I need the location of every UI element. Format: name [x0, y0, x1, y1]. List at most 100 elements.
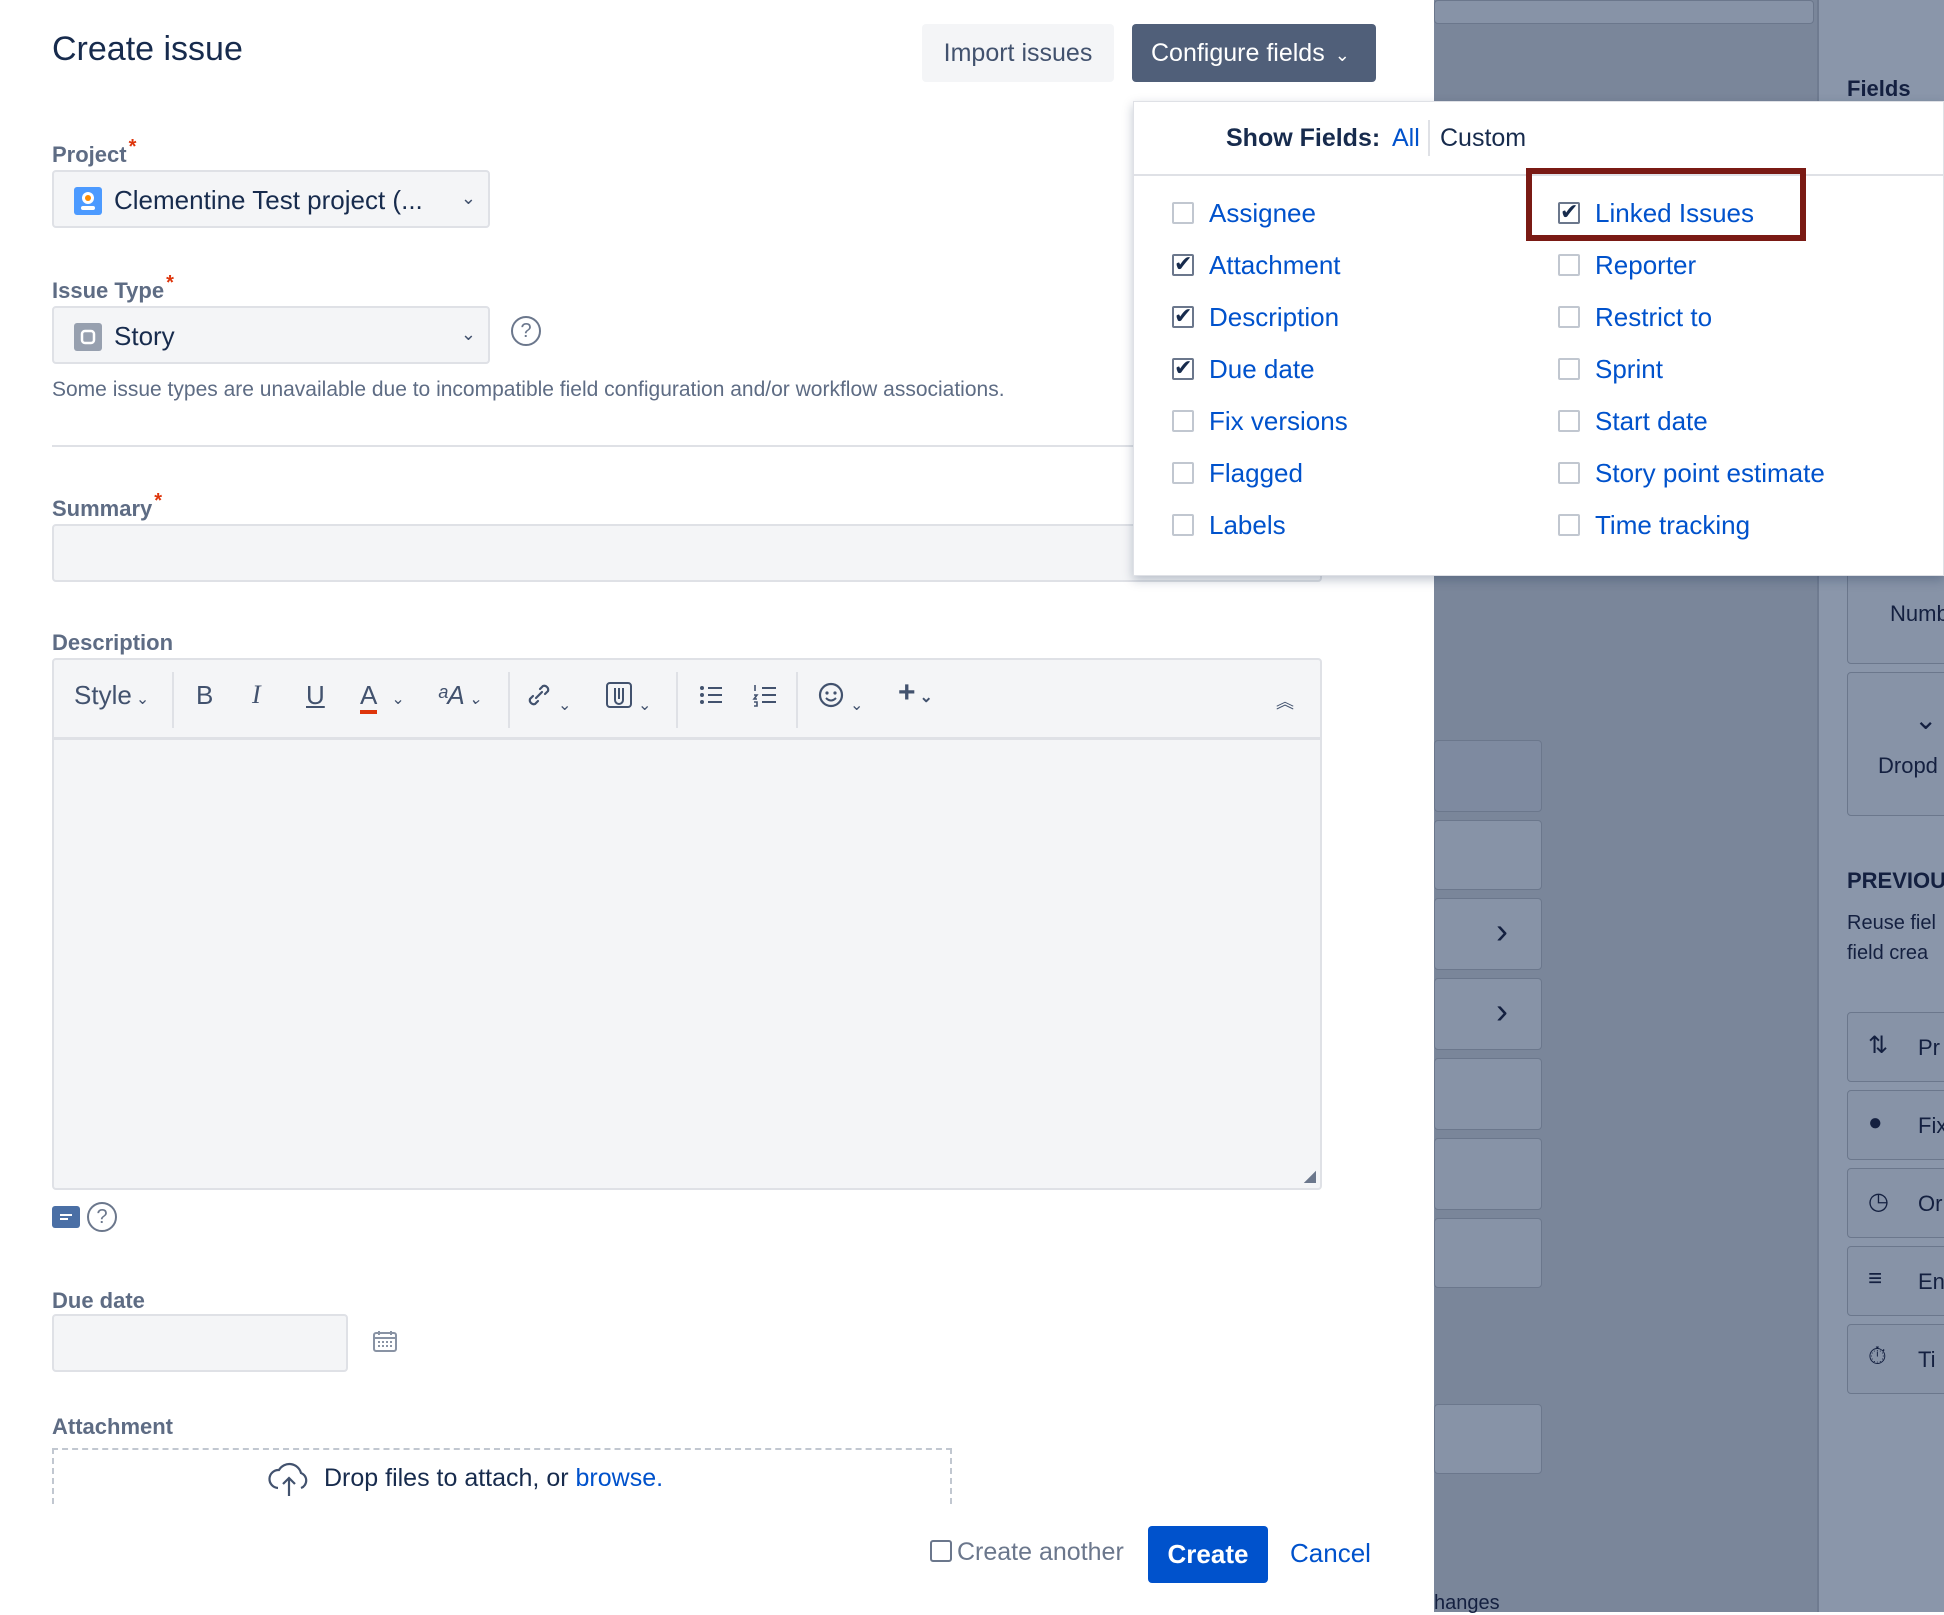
create-button[interactable]: Create: [1148, 1526, 1268, 1583]
collapse-toolbar-icon[interactable]: ︽: [1276, 688, 1294, 714]
summary-input[interactable]: [52, 524, 1322, 582]
field-checkbox[interactable]: [1172, 514, 1194, 536]
browse-link[interactable]: browse.: [576, 1464, 664, 1492]
chevron-down-icon: ⌄: [391, 691, 405, 708]
show-fields-label: Show Fields:: [1226, 124, 1381, 152]
divider: [1428, 120, 1430, 156]
text-size-button[interactable]: ᵃA ⌄: [438, 680, 482, 711]
field-option-label: Restrict to: [1595, 302, 1713, 332]
description-editor[interactable]: Style ⌄ B I U A ⌄ ᵃA ⌄ ⌄ ⌄ ⌄ + ⌄ ︽ ◢: [52, 658, 1322, 1190]
field-checkbox[interactable]: [1558, 254, 1580, 276]
project-avatar-icon: [74, 187, 102, 215]
numbered-list-button[interactable]: [750, 680, 780, 717]
chevron-down-icon: ⌄: [558, 697, 572, 714]
calendar-icon[interactable]: [372, 1329, 398, 1358]
italic-button[interactable]: I: [252, 680, 261, 710]
field-option-label: Assignee: [1209, 198, 1316, 228]
field-checkbox[interactable]: [1558, 358, 1580, 380]
dropzone-label: Drop files to attach, or: [324, 1464, 576, 1492]
bg-previous-text: field crea: [1847, 942, 1929, 964]
emoji-icon: [818, 682, 844, 708]
field-option-label: Labels: [1209, 510, 1286, 540]
text-color-button[interactable]: A ⌄: [360, 680, 405, 714]
attachment-label: Attachment: [52, 1414, 174, 1439]
show-custom-option[interactable]: Custom: [1440, 124, 1526, 153]
field-checkbox[interactable]: [1172, 410, 1194, 432]
field-checkbox[interactable]: [1558, 514, 1580, 536]
required-marker: *: [128, 136, 137, 158]
chevron-down-icon: ⌄: [135, 691, 150, 708]
field-option-label: Description: [1209, 302, 1340, 332]
wiki-markup-icon[interactable]: [52, 1206, 80, 1228]
field-option-label: Reporter: [1595, 250, 1697, 280]
link-icon: [528, 684, 550, 706]
project-value: Clementine Test project (...: [114, 185, 423, 215]
issue-type-label-text: Issue Type: [52, 278, 165, 303]
style-label: Style: [74, 680, 132, 710]
bg-card-dropdown: ⌄ Dropd: [1847, 672, 1944, 816]
toolbar-separator: [796, 672, 798, 728]
field-checkbox[interactable]: [1558, 410, 1580, 432]
insert-button[interactable]: + ⌄: [898, 676, 933, 710]
text-color-icon: A: [360, 680, 378, 714]
underline-button[interactable]: U: [306, 680, 325, 711]
chevron-down-icon: ⌄: [460, 188, 476, 208]
help-icon[interactable]: ?: [511, 316, 541, 346]
field-checkbox[interactable]: [1172, 202, 1194, 224]
cancel-button[interactable]: Cancel: [1290, 1538, 1371, 1569]
show-all-link[interactable]: All: [1392, 124, 1420, 153]
import-issues-button[interactable]: Import issues: [922, 24, 1114, 82]
summary-label: Summary *: [52, 490, 162, 522]
create-another-checkbox[interactable]: [930, 1540, 952, 1562]
emoji-button[interactable]: ⌄: [816, 680, 863, 717]
chevron-down-icon: ⌄: [468, 691, 483, 708]
bg-previous-text: Reuse fiel: [1847, 912, 1936, 934]
description-label: Description: [52, 630, 174, 655]
summary-label-text: Summary: [52, 496, 153, 521]
bg-list-label: Or: [1918, 1191, 1943, 1216]
configure-fields-label: Configure fields: [1151, 38, 1325, 67]
clock-icon: ◷: [1868, 1188, 1889, 1215]
highlight-box: [1526, 168, 1806, 241]
chevron-down-icon: ⌄: [638, 697, 652, 714]
attachment-dropzone[interactable]: Drop files to attach, or browse.: [52, 1448, 952, 1504]
bullet-list-button[interactable]: [696, 680, 726, 716]
issue-type-select[interactable]: Story ⌄: [52, 306, 490, 364]
configure-fields-button[interactable]: Configure fields ⌄: [1132, 24, 1376, 82]
field-checkbox[interactable]: ✔: [1172, 305, 1194, 328]
dropzone-text: Drop files to attach, or browse.: [324, 1464, 663, 1493]
chevron-down-icon: ⌄: [1334, 44, 1350, 65]
field-checkbox[interactable]: [1172, 462, 1194, 484]
page-title: Create issue: [52, 30, 243, 68]
bg-panel: [1434, 1138, 1542, 1210]
style-dropdown[interactable]: Style ⌄: [74, 680, 149, 711]
paragraph-icon: ≡: [1868, 1265, 1883, 1292]
help-icon[interactable]: ?: [87, 1202, 117, 1232]
editor-toolbar: Style ⌄ B I U A ⌄ ᵃA ⌄ ⌄ ⌄ ⌄ + ⌄ ︽: [54, 660, 1320, 740]
project-label-text: Project: [52, 142, 127, 167]
arrows-icon: ⇅: [1868, 1032, 1889, 1059]
bg-panel: [1434, 740, 1542, 812]
field-option-label: Fix versions: [1209, 406, 1348, 436]
bold-button[interactable]: B: [196, 680, 213, 711]
toolbar-separator: [172, 672, 174, 728]
bg-panel-chevron: [1434, 978, 1542, 1050]
bullet-list-icon: [700, 686, 722, 704]
chevron-right-icon: ›: [1496, 990, 1508, 1031]
field-option-label: Flagged: [1209, 458, 1303, 488]
field-checkbox[interactable]: ✔: [1172, 357, 1194, 380]
project-select[interactable]: Clementine Test project (... ⌄: [52, 170, 490, 228]
resize-handle-icon[interactable]: ◢: [1304, 1166, 1316, 1186]
field-checkbox[interactable]: ✔: [1172, 253, 1194, 276]
field-checkbox[interactable]: [1558, 306, 1580, 328]
issue-type-hint: Some issue types are unavailable due to …: [52, 378, 1005, 401]
field-checkbox[interactable]: [1558, 462, 1580, 484]
due-date-input[interactable]: [52, 1314, 348, 1372]
chevron-down-icon: ⌄: [850, 697, 864, 714]
chevron-down-icon: ⌄: [919, 689, 933, 706]
link-button[interactable]: ⌄: [524, 680, 571, 717]
bg-panel: [1434, 1058, 1542, 1130]
due-date-label: Due date: [52, 1288, 145, 1313]
bg-top-bar: [1434, 0, 1814, 24]
attachment-button[interactable]: ⌄: [604, 680, 651, 717]
